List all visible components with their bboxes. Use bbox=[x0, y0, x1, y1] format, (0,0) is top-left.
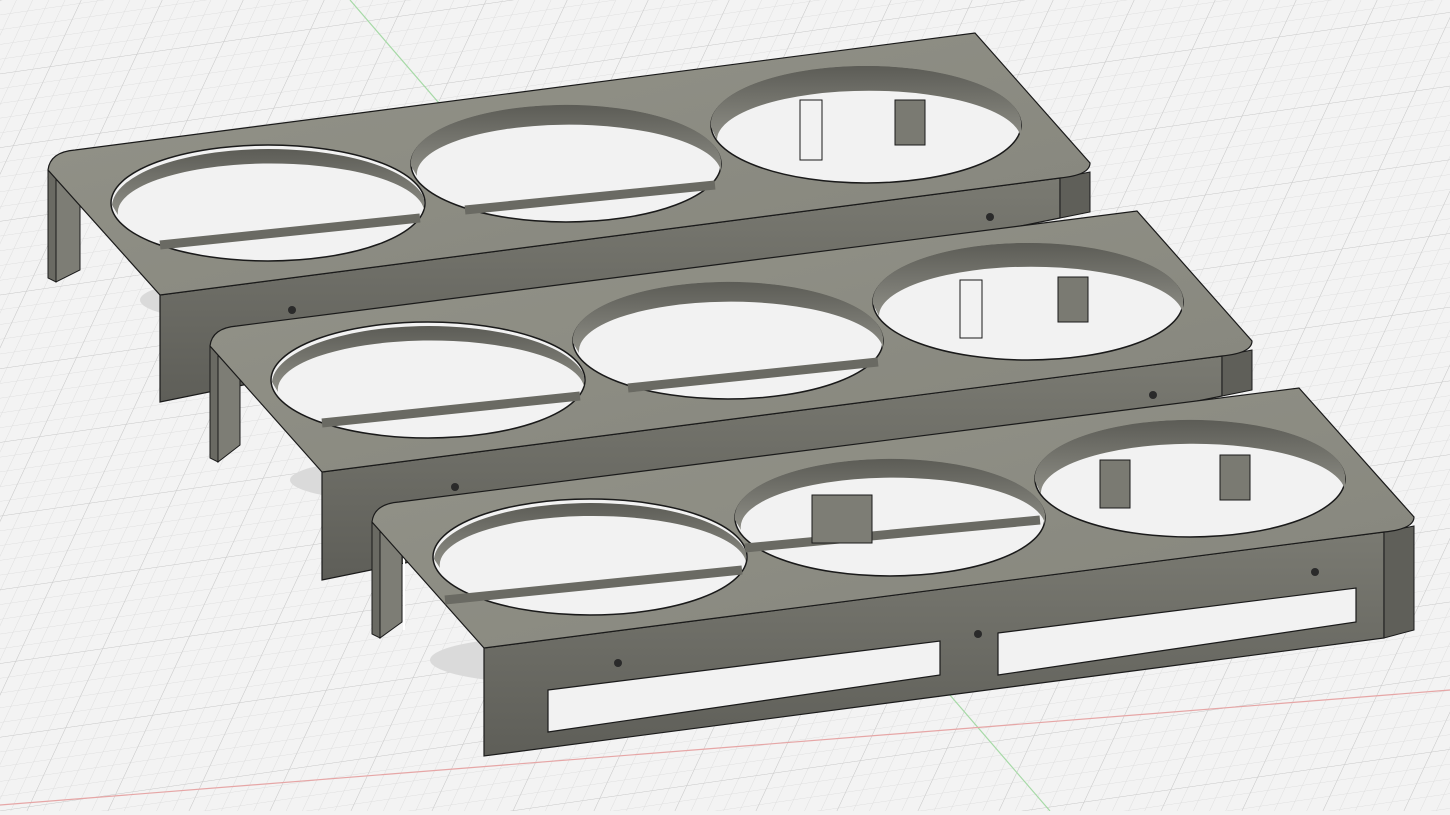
cad-scene bbox=[0, 0, 1450, 812]
cad-viewport[interactable] bbox=[0, 0, 1450, 812]
